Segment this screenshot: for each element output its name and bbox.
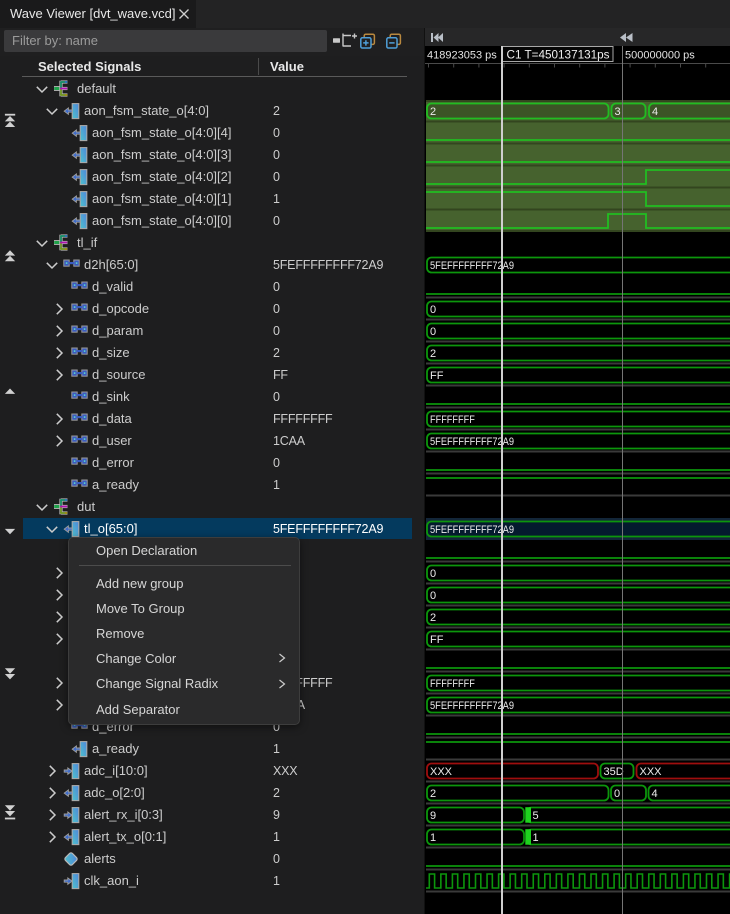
svg-text:500000000 ps: 500000000 ps [625,50,695,62]
svg-text:C1 T=450137131ps: C1 T=450137131ps [507,48,610,62]
svg-text:XXX: XXX [430,766,453,778]
svg-text:XXX: XXX [640,766,663,778]
svg-text:418923053 ps: 418923053 ps [427,50,497,62]
svg-text:0: 0 [430,326,436,338]
svg-text:0: 0 [430,304,436,316]
svg-text:FF: FF [430,370,444,382]
svg-text:FFFFFFFF: FFFFFFFF [430,678,475,690]
svg-text:5: 5 [533,810,539,822]
svg-text:0: 0 [430,568,436,580]
svg-text:3: 3 [615,106,621,118]
svg-text:2: 2 [430,348,436,360]
svg-text:0: 0 [614,788,620,800]
svg-text:4: 4 [652,788,658,800]
svg-text:FFFFFFFF: FFFFFFFF [430,414,475,426]
svg-text:1: 1 [533,832,539,844]
svg-text:FF: FF [430,634,444,646]
svg-text:2: 2 [430,612,436,624]
svg-text:2: 2 [430,106,436,118]
svg-text:4: 4 [652,106,658,118]
svg-text:0: 0 [430,590,436,602]
svg-text:9: 9 [430,810,436,822]
svg-text:2: 2 [430,788,436,800]
svg-text:35D: 35D [604,766,624,778]
svg-text:1: 1 [430,832,436,844]
